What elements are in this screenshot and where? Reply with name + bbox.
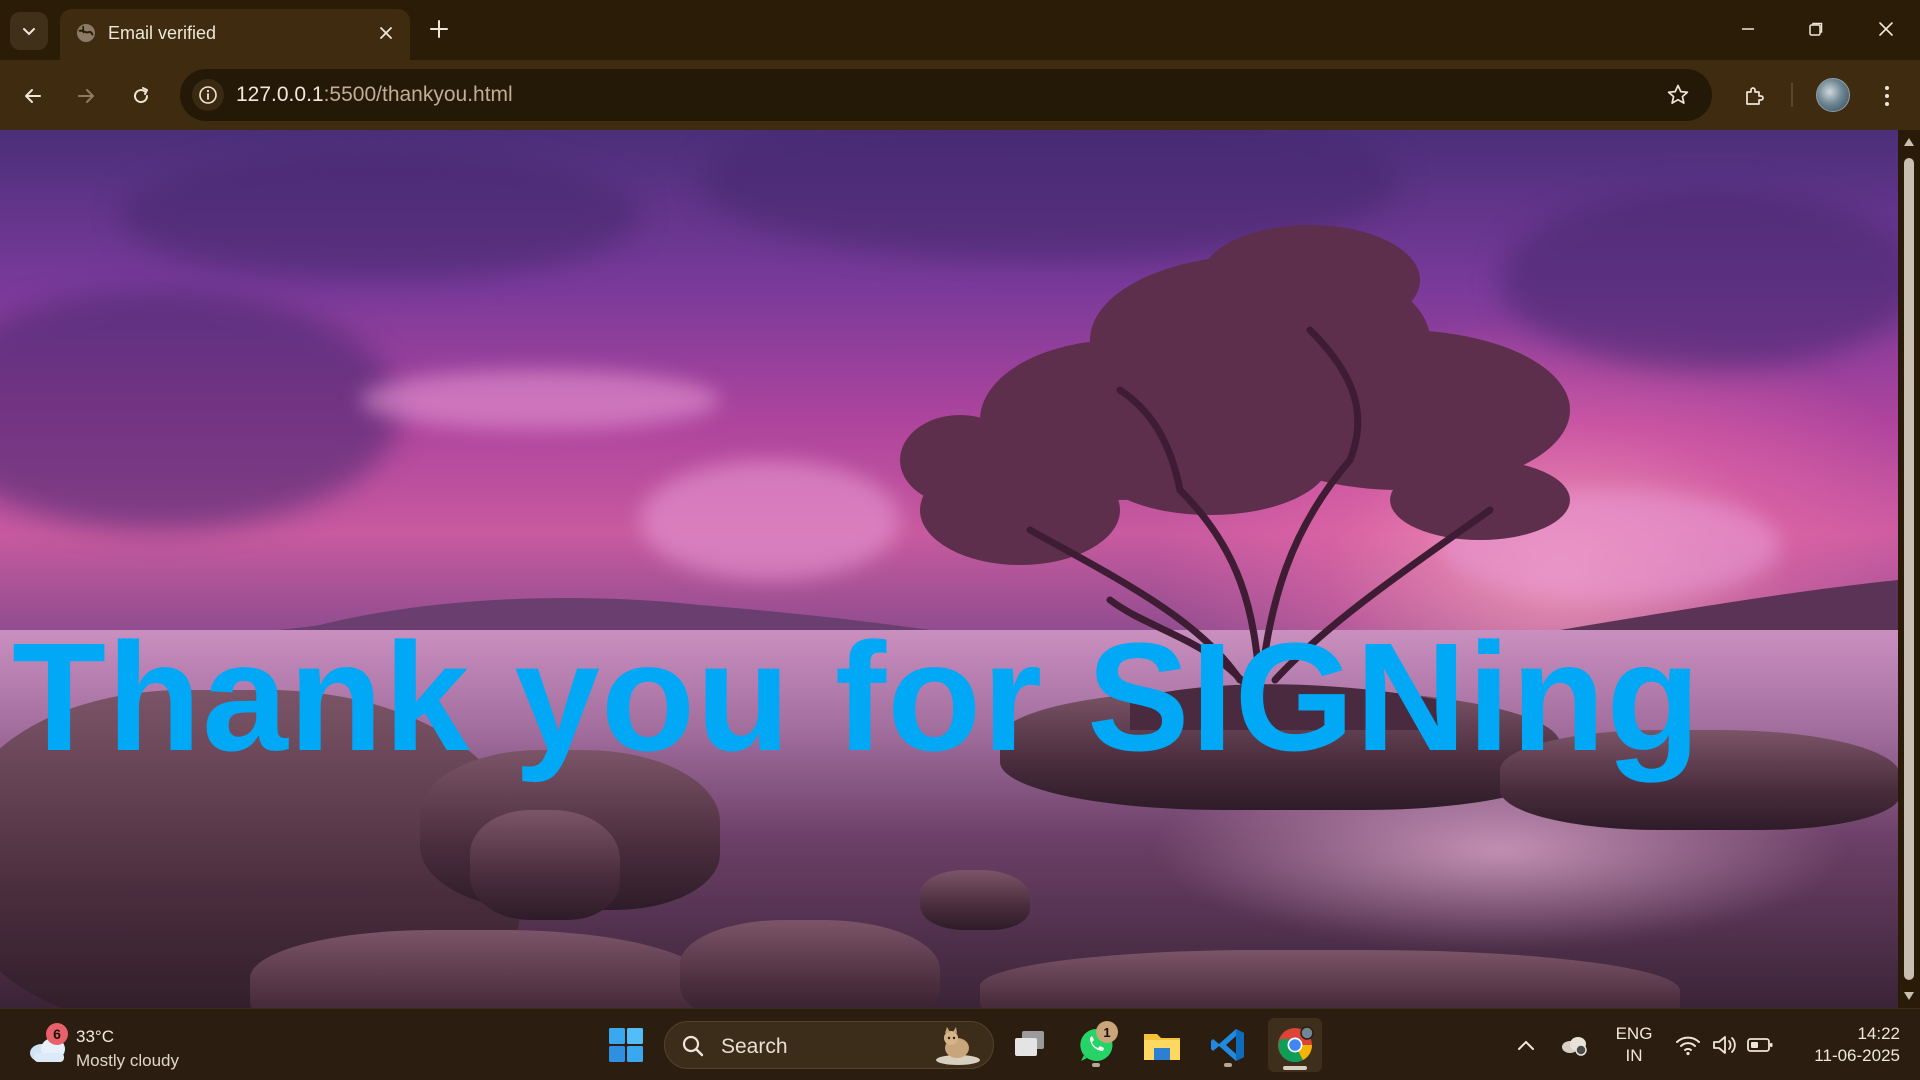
rock xyxy=(470,810,620,920)
back-button[interactable] xyxy=(13,76,53,116)
cloud xyxy=(360,370,720,430)
windows-start-icon xyxy=(609,1028,643,1062)
system-clock[interactable]: 14:22 11-06-2025 xyxy=(1790,1023,1900,1067)
clock-time: 14:22 xyxy=(1857,1024,1900,1043)
weather-widget[interactable]: 6 33°C Mostly cloudy xyxy=(24,1021,194,1071)
tab-close-button[interactable] xyxy=(374,21,398,45)
whatsapp-unread-badge: 1 xyxy=(1096,1021,1118,1043)
chrome-button[interactable] xyxy=(1268,1018,1322,1072)
weather-temperature: 33°C xyxy=(76,1027,114,1046)
page-viewport: Thank you for SIGNing xyxy=(0,130,1898,1008)
restore-button[interactable] xyxy=(1788,6,1844,52)
url-host: 127.0.0.1 xyxy=(236,83,324,106)
minimize-icon xyxy=(1742,28,1754,30)
windows-taskbar: 6 33°C Mostly cloudy Search 1 ENG IN 14:… xyxy=(0,1008,1920,1080)
browser-toolbar: 127.0.0.1:5500/thankyou.html xyxy=(0,60,1920,130)
globe-icon xyxy=(74,21,98,45)
language-indicator[interactable]: ENG IN xyxy=(1612,1023,1656,1067)
weather-badge: 6 xyxy=(46,1023,68,1045)
scroll-thumb[interactable] xyxy=(1904,158,1914,980)
clock-date: 11-06-2025 xyxy=(1814,1046,1900,1065)
tab-search-button[interactable] xyxy=(10,12,48,50)
search-icon xyxy=(682,1035,704,1057)
search-highlight-art xyxy=(936,1027,980,1065)
cloud xyxy=(0,290,400,530)
onedrive-icon xyxy=(1562,1037,1587,1056)
volume-icon xyxy=(1713,1036,1736,1054)
task-view-icon xyxy=(1015,1031,1044,1056)
toolbar-separator xyxy=(1791,83,1793,107)
task-view-button[interactable] xyxy=(1006,1021,1054,1069)
tab-strip: Email verified xyxy=(0,0,1920,60)
thank-you-headline: Thank you for SIGNing xyxy=(12,611,1702,783)
wifi-icon xyxy=(1676,1036,1700,1056)
file-explorer-button[interactable] xyxy=(1138,1021,1186,1069)
site-info-button[interactable] xyxy=(192,79,224,111)
star-icon xyxy=(1667,84,1689,104)
new-tab-button[interactable] xyxy=(424,14,454,44)
url-path: :5500/thankyou.html xyxy=(323,83,513,106)
rock xyxy=(680,920,940,1008)
active-app-indicator xyxy=(1283,1066,1307,1070)
address-bar[interactable]: 127.0.0.1:5500/thankyou.html xyxy=(180,69,1712,121)
scroll-up-arrow[interactable] xyxy=(1903,136,1915,148)
tab-title: Email verified xyxy=(108,23,217,43)
running-indicator xyxy=(1092,1063,1100,1067)
plus-icon xyxy=(430,20,448,38)
chevron-up-icon xyxy=(1518,1040,1534,1050)
taskbar-search-box[interactable]: Search xyxy=(664,1021,994,1069)
info-icon xyxy=(199,86,217,104)
show-hidden-icons-button[interactable] xyxy=(1512,1031,1540,1059)
scroll-down-arrow[interactable] xyxy=(1903,990,1915,1002)
minimize-button[interactable] xyxy=(1720,6,1776,52)
bookmark-button[interactable] xyxy=(1664,81,1692,109)
rock xyxy=(920,870,1030,930)
battery-icon xyxy=(1747,1038,1773,1052)
reload-icon xyxy=(134,87,149,104)
triangle-up-icon xyxy=(1904,138,1914,146)
chevron-down-icon xyxy=(23,28,35,36)
vscode-icon xyxy=(1211,1029,1244,1061)
cloud xyxy=(640,460,900,580)
window-close-button[interactable] xyxy=(1858,6,1914,52)
extensions-icon xyxy=(1746,87,1764,105)
restore-icon xyxy=(1809,22,1823,36)
forward-arrow-icon xyxy=(78,89,94,103)
extensions-button[interactable] xyxy=(1734,76,1774,116)
language-region: IN xyxy=(1625,1046,1643,1065)
profile-avatar[interactable] xyxy=(1816,78,1850,112)
triangle-down-icon xyxy=(1904,992,1914,1000)
onedrive-tray-button[interactable] xyxy=(1560,1031,1588,1059)
back-arrow-icon xyxy=(25,89,41,103)
weather-description: Mostly cloudy xyxy=(76,1051,179,1070)
network-button[interactable] xyxy=(1674,1031,1702,1059)
window-close-icon xyxy=(1879,22,1893,36)
browser-tab-active[interactable]: Email verified xyxy=(60,9,410,60)
url-text[interactable]: 127.0.0.1:5500/thankyou.html xyxy=(236,83,513,107)
volume-button[interactable] xyxy=(1710,1031,1738,1059)
file-explorer-icon xyxy=(1144,1034,1180,1060)
chrome-menu-button[interactable] xyxy=(1867,76,1907,116)
whatsapp-button[interactable]: 1 xyxy=(1072,1021,1120,1069)
taskbar-search-placeholder: Search xyxy=(721,1035,788,1058)
vscode-button[interactable] xyxy=(1204,1021,1252,1069)
running-indicator xyxy=(1224,1063,1232,1067)
page-scrollbar[interactable] xyxy=(1898,130,1920,1008)
reload-button[interactable] xyxy=(121,76,161,116)
close-icon xyxy=(380,27,392,39)
start-button[interactable] xyxy=(602,1021,650,1069)
battery-button[interactable] xyxy=(1746,1031,1774,1059)
kebab-menu-icon xyxy=(1885,86,1889,106)
cloud xyxy=(120,150,640,280)
forward-button[interactable] xyxy=(66,76,106,116)
language-code: ENG xyxy=(1615,1024,1653,1043)
chrome-icon xyxy=(1278,1026,1314,1063)
